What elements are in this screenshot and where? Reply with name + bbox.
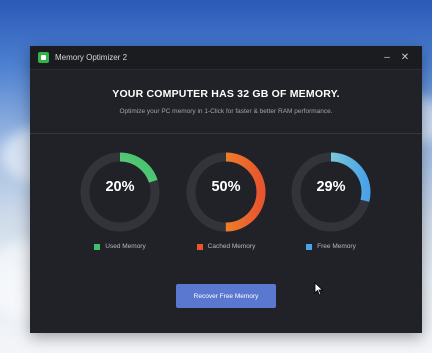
memory-subtitle: Optimize your PC memory in 1-Click for f…	[119, 108, 333, 115]
cached-memory-legend: Cached Memory	[184, 243, 268, 250]
cached-memory-gauge: 50% Cached Memory	[184, 150, 268, 250]
legend-swatch	[94, 243, 101, 250]
legend-swatch	[306, 243, 313, 250]
mouse-cursor-icon	[314, 282, 324, 296]
used-memory-legend: Used Memory	[78, 243, 162, 250]
legend-label: Used Memory	[105, 243, 146, 250]
free-memory-legend: Free Memory	[289, 243, 373, 250]
recover-free-memory-button[interactable]: Recover Free Memory	[176, 284, 276, 308]
free-memory-gauge: 29% Free Memory	[289, 150, 373, 250]
window-title: Memory Optimizer 2	[55, 53, 128, 62]
close-button[interactable]: ✕	[396, 49, 414, 67]
title-bar[interactable]: Memory Optimizer 2 – ✕	[30, 46, 422, 70]
app-window: Memory Optimizer 2 – ✕ YOUR COMPUTER HAS…	[30, 46, 422, 333]
legend-label: Cached Memory	[207, 243, 256, 250]
used-memory-percent: 20%	[105, 179, 135, 195]
free-memory-percent: 29%	[316, 179, 346, 195]
legend-label: Free Memory	[317, 243, 356, 250]
memory-headline: YOUR COMPUTER HAS 32 GB OF MEMORY.	[112, 88, 340, 100]
cached-memory-percent: 50%	[211, 179, 241, 195]
gauges-panel: 20% Used Memory 50% Cached Memory 29% Fr…	[30, 142, 422, 272]
legend-swatch	[196, 243, 203, 250]
app-icon	[38, 52, 49, 63]
used-memory-gauge: 20% Used Memory	[78, 150, 162, 250]
minimize-button[interactable]: –	[378, 49, 396, 67]
header-panel: YOUR COMPUTER HAS 32 GB OF MEMORY. Optim…	[30, 70, 422, 134]
